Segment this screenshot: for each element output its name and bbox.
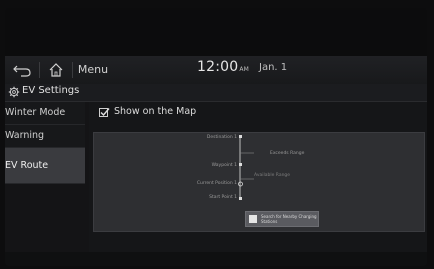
status-bar: Menu 12:00AM Jan. 1 [5,56,427,84]
ev-route-diagram: Destination 1 Exceeds Range Waypoint 1 A… [93,132,425,232]
main-content: Show on the Map Destination 1 Exceeds Ra… [89,102,427,252]
exceeds-range-label: Exceeds Range [270,151,305,156]
back-button[interactable] [9,60,35,80]
sidebar-item-ev-route[interactable]: EV Route [5,148,85,184]
show-on-map-checkbox[interactable] [99,108,110,117]
start-point-label: Start Point 1 [209,195,237,200]
bottom-bar [5,252,427,266]
destination-label: Destination 1 [206,135,237,140]
waypoint-label: Waypoint 1 [211,163,237,168]
destination-flag-icon [239,135,242,138]
available-range-label: Available Range [254,173,291,178]
date-text: Jan. 1 [259,62,288,73]
ampm-text: AM [239,66,250,73]
sidebar-item-warning[interactable]: Warning [5,125,85,148]
screen: Menu 12:00AM Jan. 1 EV Settings Winter M… [5,8,427,266]
divider [39,62,40,78]
show-on-map-label: Show on the Map [114,106,197,117]
top-area [5,8,427,56]
back-icon [13,65,31,77]
home-button[interactable] [43,60,69,80]
divider [72,62,73,78]
start-flag-icon [239,197,242,200]
home-icon [49,63,63,77]
search-charging-stations-button[interactable]: Search for Nearby Charging Stations [245,211,319,227]
page-title: EV Settings [22,85,80,96]
checkmark-icon [100,108,110,117]
charging-station-icon [249,215,257,223]
waypoint-flag-icon [239,163,242,166]
sidebar-item-winter-mode[interactable]: Winter Mode [5,102,85,125]
gear-icon [8,86,20,98]
current-position-label: Current Position 1 [196,181,237,186]
sidebar: Winter Mode Warning EV Route [5,102,85,184]
time-text: 12:00 [197,59,239,75]
title-bar: EV Settings [5,84,427,102]
search-button-label: Search for Nearby Charging Stations [261,214,317,224]
clock: 12:00AM [197,59,249,75]
menu-button[interactable]: Menu [75,60,111,80]
